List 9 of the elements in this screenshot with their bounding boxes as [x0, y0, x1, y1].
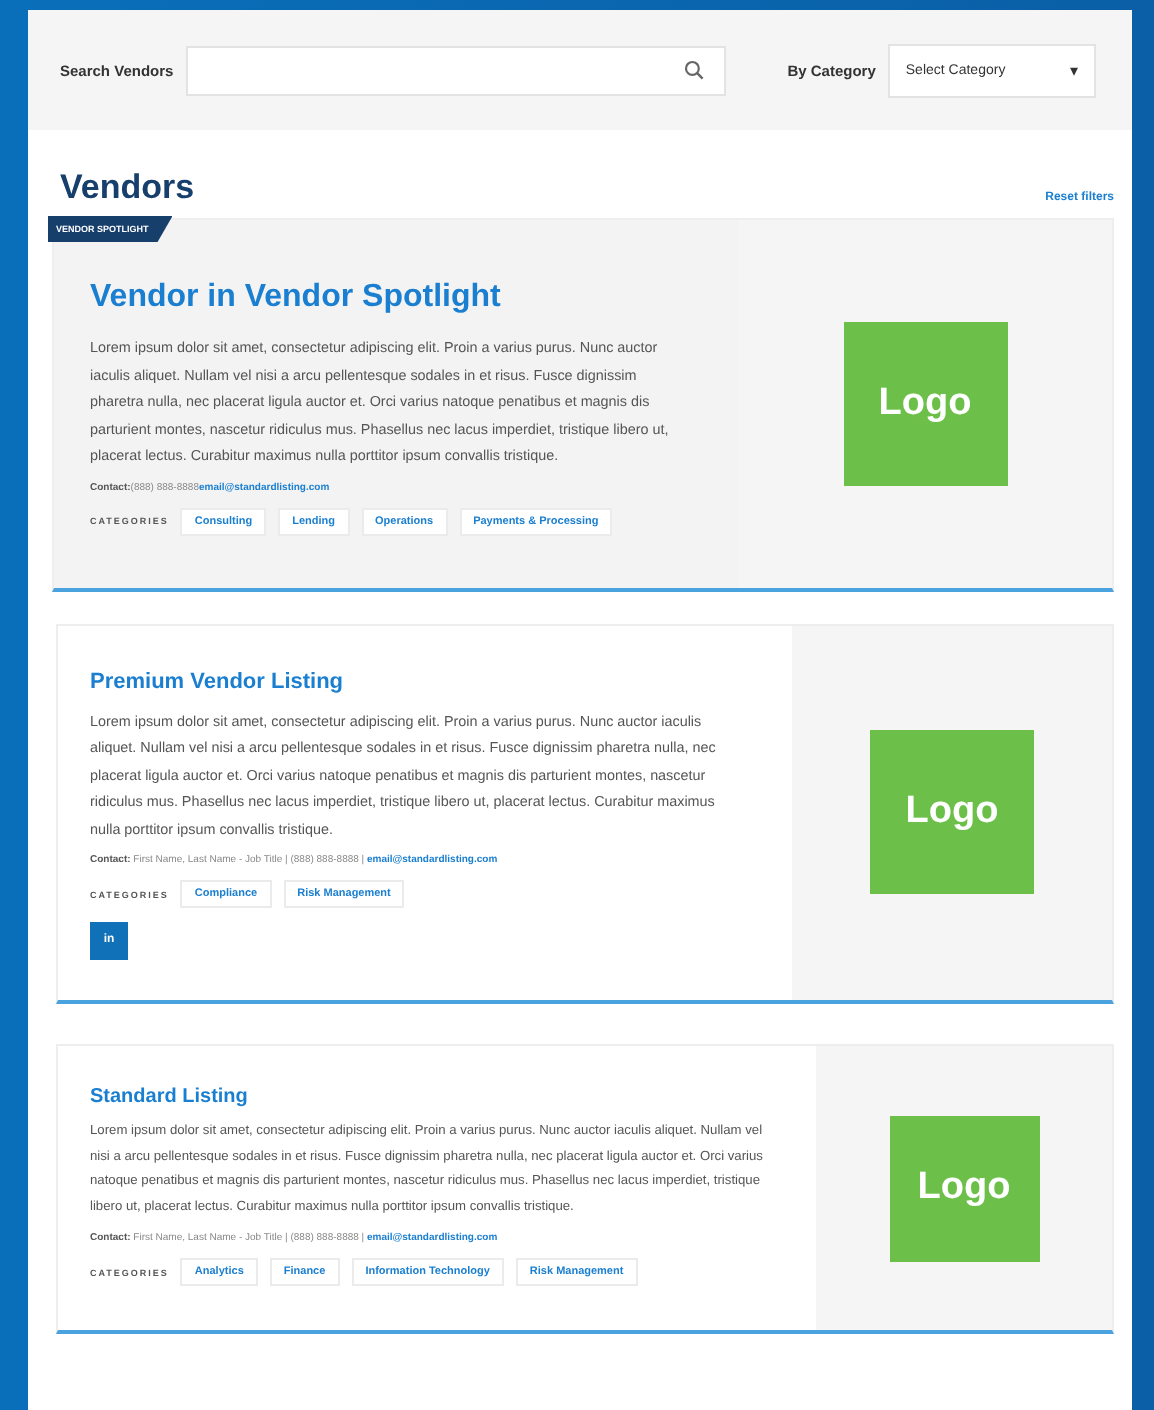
page-title: Vendors	[60, 168, 195, 208]
vendor-logo: Logo	[843, 321, 1007, 486]
search-field[interactable]	[185, 45, 726, 95]
vendor-logo: Logo	[889, 1115, 1039, 1261]
search-icon[interactable]	[683, 60, 704, 80]
vendor-logo: Logo	[870, 730, 1034, 895]
listing-title[interactable]: Premium Vendor Listing	[90, 669, 748, 693]
listing-title[interactable]: Standard Listing	[90, 1086, 780, 1108]
listing-title[interactable]: Vendor in Vendor Spotlight	[90, 280, 682, 316]
